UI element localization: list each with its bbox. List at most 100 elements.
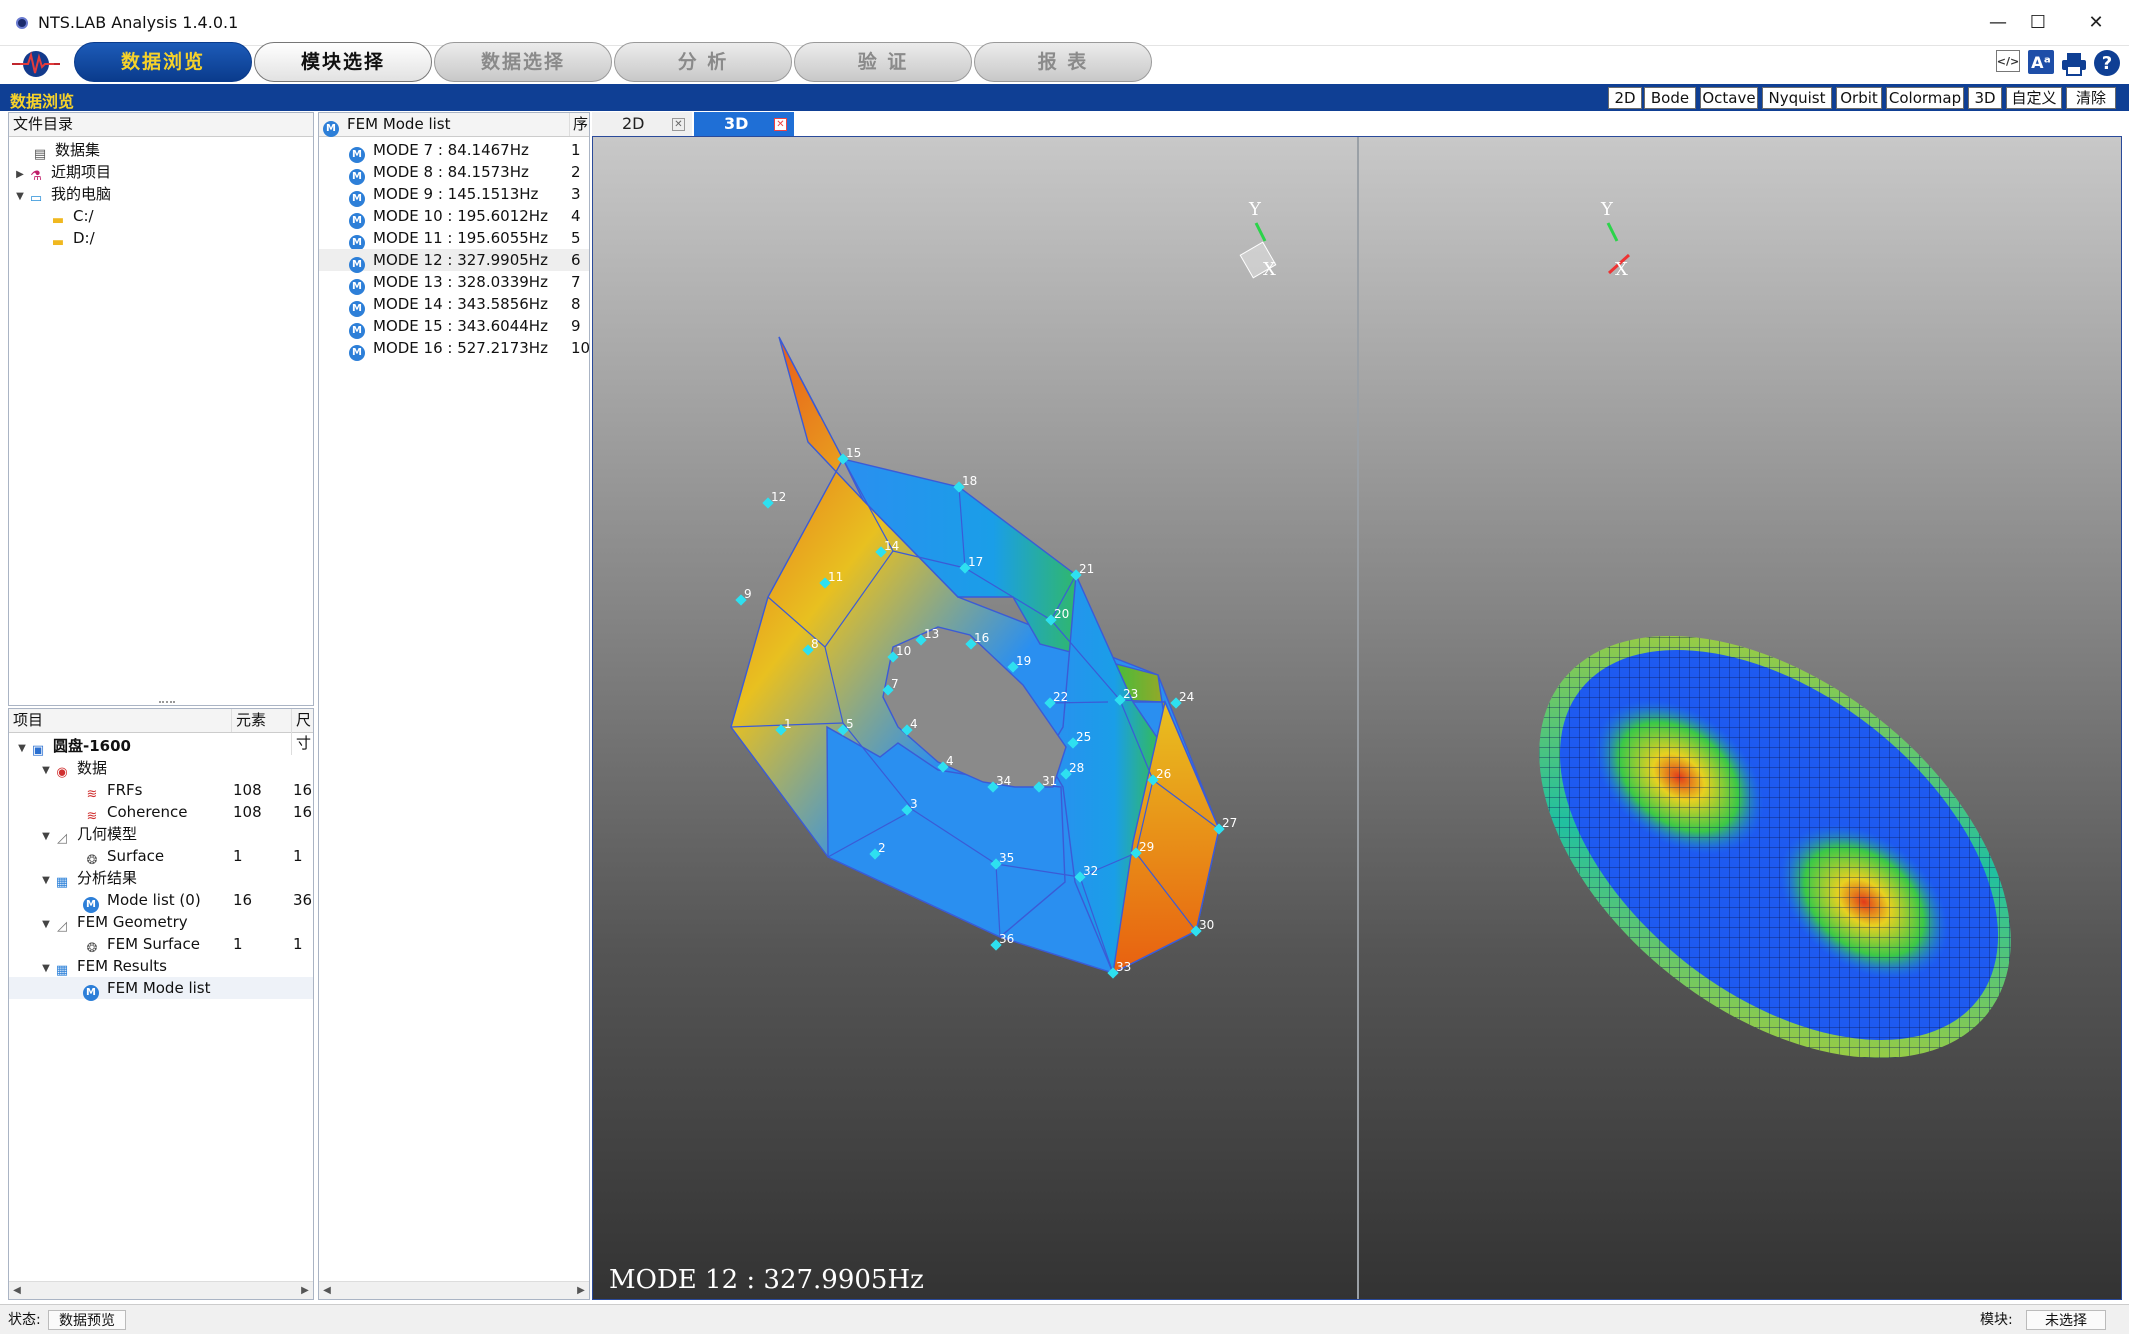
project-tree-item[interactable]: M FEM Mode list (9, 977, 313, 1001)
main-tab-6[interactable]: 报 表 (974, 42, 1152, 82)
mode-list-item[interactable]: M MODE 14 : 343.5856Hz 8 (319, 293, 589, 317)
project-tree-label: FEM Results (77, 957, 167, 975)
view-button-6[interactable]: Colormap (1886, 87, 1964, 109)
file-tree-item[interactable]: ▬ C:/ (49, 205, 94, 228)
file-tree-item[interactable]: ▶ ⚗ 近期项目 (13, 161, 111, 184)
close-tab-icon[interactable]: ✕ (672, 118, 685, 131)
node-label: 11 (828, 570, 843, 584)
maximize-button[interactable]: ☐ (2018, 8, 2058, 38)
3d-viewport[interactable]: 15 12 18 14 17 21 11 20 9 13 16 10 19 8 7 22 23 24 1 5 4 25 4 2… (592, 136, 2122, 1300)
view-button-8[interactable]: 自定义 (2006, 87, 2062, 109)
mode-index: 8 (571, 295, 581, 313)
axis-x-label: X (1263, 259, 1276, 280)
help-icon[interactable]: ? (2094, 50, 2120, 76)
close-tab-icon[interactable]: ✕ (774, 118, 787, 131)
mode-list-item[interactable]: M MODE 10 : 195.6012Hz 4 (319, 205, 589, 229)
col-header-project[interactable]: 项目 (13, 709, 43, 732)
mode-label: MODE 14 : 343.5856Hz (373, 295, 548, 313)
project-tree-item[interactable]: ≋FRFs 108 160 (9, 779, 313, 802)
project-tree-label: Coherence (107, 803, 188, 821)
element-size: 1 (293, 935, 303, 953)
col-header-elements[interactable]: 元素 (231, 709, 266, 732)
node-label: 7 (891, 677, 899, 691)
view-button-3[interactable]: Octave (1700, 87, 1758, 109)
main-tab-1[interactable]: 数据浏览 (74, 42, 252, 82)
project-tree-label: FEM Surface (107, 935, 200, 953)
mode-list-item[interactable]: M MODE 15 : 343.6044Hz 9 (319, 315, 589, 339)
project-tree-node: M FEM Mode list (69, 977, 210, 1001)
project-tree-item[interactable]: ▼ ◿ FEM Geometry (9, 911, 313, 934)
project-tree-item[interactable]: ▼ ▦ FEM Results (9, 955, 313, 978)
tab-3d[interactable]: 3D ✕ (694, 112, 794, 136)
splitter-grip[interactable] (159, 701, 175, 705)
view-button-7[interactable]: 3D (1968, 87, 2002, 109)
scroll-left-icon[interactable]: ◀ (9, 1282, 25, 1299)
mode-list-item[interactable]: M MODE 13 : 328.0339Hz 7 (319, 271, 589, 295)
mode-list-item[interactable]: M MODE 12 : 327.9905Hz 6 (319, 249, 589, 273)
view-button-9[interactable]: 清除 (2066, 87, 2116, 109)
file-tree-label: C:/ (73, 207, 94, 225)
file-tree-label: 数据集 (55, 141, 101, 159)
mode-list-item[interactable]: M MODE 8 : 84.1573Hz 2 (319, 161, 589, 185)
main-tab-2[interactable]: 模块选择 (254, 42, 432, 82)
status-label: 状态: (8, 1312, 41, 1328)
main-tab-4[interactable]: 分 析 (614, 42, 792, 82)
fem-mode-shape[interactable]: Y X (1359, 137, 2121, 1297)
node-label: 13 (924, 627, 939, 641)
close-button[interactable]: ✕ (2076, 8, 2116, 38)
node-label: 4 (910, 717, 918, 731)
project-tree-hscrollbar[interactable]: ◀ ▶ (9, 1281, 313, 1299)
scroll-left-icon[interactable]: ◀ (319, 1282, 335, 1299)
view-button-1[interactable]: 2D (1608, 87, 1642, 109)
project-tree-item[interactable]: M Mode list (0) 16 36 (9, 889, 313, 913)
mode-list-item[interactable]: M MODE 9 : 145.1513Hz 3 (319, 183, 589, 207)
project-tree-label: 分析结果 (77, 869, 138, 887)
mode-list-item[interactable]: M MODE 7 : 84.1467Hz 1 (319, 139, 589, 163)
axis-triad: Y X (1600, 199, 1631, 280)
node-label: 19 (1016, 654, 1031, 668)
collapse-icon[interactable]: ▼ (13, 186, 27, 208)
view-button-5[interactable]: Orbit (1836, 87, 1882, 109)
tab-2d[interactable]: 2D ✕ (592, 112, 692, 136)
print-icon[interactable] (2061, 52, 2087, 76)
node-label: 31 (1042, 774, 1057, 788)
tab-3d-label: 3D (724, 114, 749, 133)
project-tree-item[interactable]: ▼ ◿ 几何模型 (9, 823, 313, 846)
node-label: 5 (846, 717, 854, 731)
col-header-index[interactable]: 序 (569, 113, 588, 136)
file-tree-item[interactable]: ▼ ▭ 我的电脑 (13, 183, 111, 208)
window-title: NTS.LAB Analysis 1.4.0.1 (38, 13, 239, 32)
file-tree-item[interactable]: ▤ 数据集 (31, 139, 101, 162)
main-tab-3[interactable]: 数据选择 (434, 42, 612, 82)
scroll-right-icon[interactable]: ▶ (297, 1282, 313, 1299)
mode-list-item[interactable]: M MODE 11 : 195.6055Hz 5 (319, 227, 589, 251)
view-button-4[interactable]: Nyquist (1762, 87, 1832, 109)
code-window-icon[interactable]: </> (1996, 50, 2020, 72)
file-tree-header: 文件目录 (9, 113, 313, 137)
font-size-icon[interactable]: Aᵃ (2028, 50, 2054, 74)
project-tree-item[interactable]: ❂ Surface 1 1 (9, 845, 313, 869)
mode-index: 6 (571, 251, 581, 269)
project-tree-node: M Mode list (0) (69, 889, 201, 913)
axis-x-label: X (1615, 259, 1628, 280)
project-tree-item[interactable]: ▼ ◉ 数据 (9, 757, 313, 780)
mode-list-item[interactable]: M MODE 16 : 527.2173Hz 10 (319, 337, 589, 361)
project-tree-item[interactable]: ≋Coherence 108 160 (9, 801, 313, 824)
scroll-right-icon[interactable]: ▶ (573, 1282, 589, 1299)
node-label: 34 (996, 774, 1011, 788)
node-label: 26 (1156, 767, 1171, 781)
project-tree-item[interactable]: ❂ FEM Surface 1 1 (9, 933, 313, 956)
node-label: 24 (1179, 690, 1194, 704)
main-tab-5[interactable]: 验 证 (794, 42, 972, 82)
project-tree-item[interactable]: ▼ ▣ 圆盘-1600 (9, 735, 313, 758)
element-count: 16 (233, 891, 253, 909)
file-tree-item[interactable]: ▬ D:/ (49, 227, 95, 250)
project-tree-item[interactable]: ▼ ▦ 分析结果 (9, 867, 313, 890)
measured-mode-shape[interactable]: 1512181417 211120913 1610198722 23 241 5 4254 2… (593, 137, 1353, 1297)
minimize-button[interactable]: — (1978, 8, 2018, 38)
mode-list-hscrollbar[interactable]: ◀ ▶ (319, 1281, 589, 1299)
view-button-2[interactable]: Bode (1644, 87, 1696, 109)
node-label: 27 (1222, 816, 1237, 830)
mode-label: MODE 13 : 328.0339Hz (373, 273, 548, 291)
project-tree-node: ❂ Surface (69, 845, 165, 869)
